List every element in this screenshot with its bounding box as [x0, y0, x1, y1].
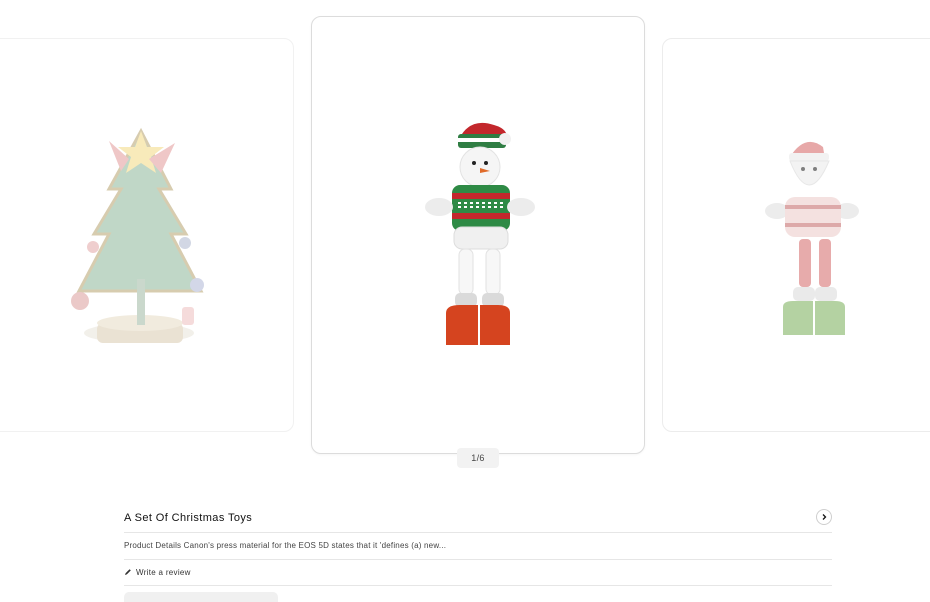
write-review-label: Write a review [136, 568, 191, 577]
snowman-image [425, 122, 535, 345]
loading-placeholder [124, 592, 278, 602]
write-review-link[interactable]: Write a review [124, 560, 832, 586]
slide-counter: 1/6 [457, 448, 499, 468]
product-title-row[interactable]: A Set Of Christmas Toys [124, 505, 832, 533]
christmas-tree-image [71, 127, 204, 343]
product-description: Product Details Canon's press material f… [124, 533, 832, 560]
carousel-slide-current[interactable] [311, 16, 645, 454]
pencil-icon [124, 568, 132, 578]
carousel-slide-prev[interactable] [0, 38, 294, 432]
product-image-carousel[interactable]: 1/6 [0, 0, 930, 470]
product-title: A Set Of Christmas Toys [124, 512, 253, 524]
carousel-slide-next[interactable] [662, 38, 930, 432]
product-info: A Set Of Christmas Toys Product Details … [124, 505, 832, 602]
chevron-right-icon[interactable] [816, 509, 832, 525]
santa-image [765, 141, 859, 335]
